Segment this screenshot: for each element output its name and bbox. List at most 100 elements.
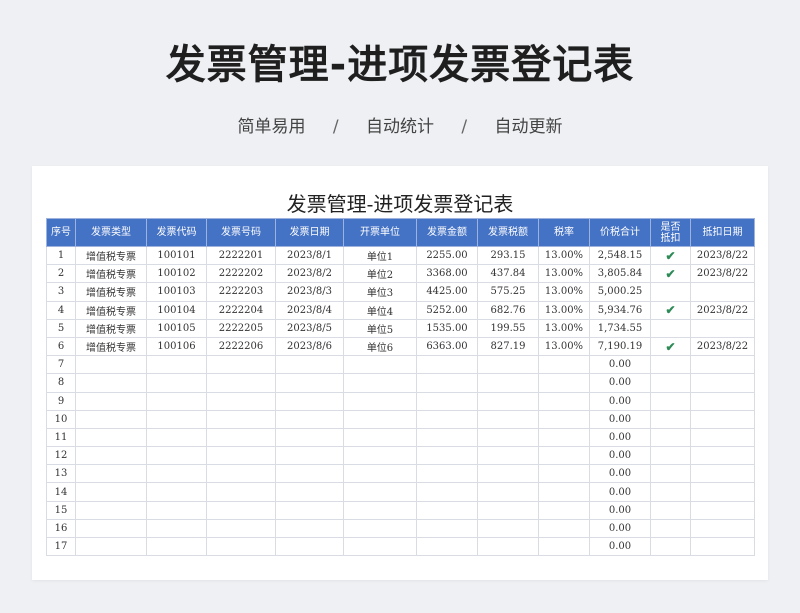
cell-tax-rate[interactable]: 13.00% [538, 300, 590, 320]
cell-invoice-date[interactable] [275, 464, 344, 484]
cell-issuer[interactable] [343, 464, 417, 484]
cell-issuer[interactable]: 单位4 [343, 300, 417, 320]
cell-invoice-type[interactable] [75, 409, 147, 429]
cell-index[interactable]: 16 [46, 518, 76, 539]
cell-tax[interactable]: 682.76 [477, 300, 539, 320]
cell-invoice-date[interactable] [275, 391, 344, 411]
cell-invoice-type[interactable]: 增值税专票 [75, 245, 147, 266]
cell-invoice-code[interactable] [146, 518, 207, 539]
cell-invoice-number[interactable] [206, 482, 276, 502]
cell-total[interactable]: 2,548.15 [589, 245, 651, 266]
cell-tax-rate[interactable] [538, 464, 590, 484]
cell-invoice-type[interactable] [75, 482, 147, 502]
cell-deduct-date[interactable]: 2023/8/22 [690, 245, 755, 266]
cell-deduct-date[interactable]: 2023/8/22 [690, 336, 755, 357]
cell-invoice-type[interactable]: 增值税专票 [75, 264, 147, 284]
cell-invoice-number[interactable]: 2222205 [206, 318, 276, 338]
cell-invoice-date[interactable]: 2023/8/3 [275, 282, 344, 302]
cell-invoice-number[interactable] [206, 500, 276, 520]
cell-deduct-date[interactable] [690, 500, 755, 520]
cell-issuer[interactable] [343, 500, 417, 520]
cell-index[interactable]: 2 [46, 264, 76, 284]
cell-deduct-date[interactable] [690, 446, 755, 466]
cell-invoice-code[interactable]: 100106 [146, 336, 207, 357]
cell-tax[interactable]: 575.25 [477, 282, 539, 302]
cell-invoice-type[interactable] [75, 427, 147, 448]
cell-issuer[interactable] [343, 446, 417, 466]
cell-tax[interactable] [477, 373, 539, 393]
cell-deduct-date[interactable] [690, 391, 755, 411]
cell-invoice-code[interactable] [146, 482, 207, 502]
cell-invoice-code[interactable] [146, 536, 207, 557]
cell-deduct-date[interactable]: 2023/8/22 [690, 264, 755, 284]
cell-amount[interactable]: 1535.00 [416, 318, 478, 338]
cell-tax-rate[interactable] [538, 482, 590, 502]
cell-invoice-code[interactable] [146, 373, 207, 393]
cell-deduct-date[interactable] [690, 409, 755, 429]
cell-invoice-date[interactable]: 2023/8/1 [275, 245, 344, 266]
cell-invoice-type[interactable] [75, 500, 147, 520]
cell-issuer[interactable]: 单位2 [343, 264, 417, 284]
cell-deduct-date[interactable] [690, 373, 755, 393]
cell-tax-rate[interactable]: 13.00% [538, 264, 590, 284]
cell-amount[interactable] [416, 427, 478, 448]
cell-deduct-date[interactable] [690, 482, 755, 502]
cell-tax-rate[interactable]: 13.00% [538, 282, 590, 302]
cell-deducted[interactable] [650, 409, 691, 429]
header-col-invoice-code[interactable]: 发票代码 [146, 218, 207, 247]
cell-index[interactable]: 7 [46, 355, 76, 375]
cell-invoice-date[interactable]: 2023/8/4 [275, 300, 344, 320]
cell-amount[interactable] [416, 373, 478, 393]
cell-invoice-code[interactable] [146, 446, 207, 466]
cell-invoice-number[interactable]: 2222204 [206, 300, 276, 320]
cell-issuer[interactable] [343, 518, 417, 539]
header-col-invoice-date[interactable]: 发票日期 [275, 218, 344, 247]
cell-invoice-number[interactable] [206, 391, 276, 411]
cell-issuer[interactable]: 单位1 [343, 245, 417, 266]
cell-invoice-number[interactable] [206, 464, 276, 484]
cell-invoice-code[interactable] [146, 409, 207, 429]
cell-total[interactable]: 3,805.84 [589, 264, 651, 284]
cell-invoice-date[interactable] [275, 518, 344, 539]
cell-index[interactable]: 15 [46, 500, 76, 520]
cell-tax[interactable]: 437.84 [477, 264, 539, 284]
cell-amount[interactable] [416, 536, 478, 557]
cell-tax-rate[interactable] [538, 391, 590, 411]
cell-total[interactable]: 0.00 [589, 391, 651, 411]
cell-amount[interactable] [416, 355, 478, 375]
cell-tax-rate[interactable] [538, 536, 590, 557]
cell-invoice-code[interactable] [146, 464, 207, 484]
cell-invoice-number[interactable] [206, 518, 276, 539]
cell-deduct-date[interactable] [690, 518, 755, 539]
header-col-tax[interactable]: 发票税额 [477, 218, 539, 247]
cell-total[interactable]: 0.00 [589, 482, 651, 502]
cell-deducted[interactable] [650, 427, 691, 448]
cell-deduct-date[interactable] [690, 355, 755, 375]
cell-index[interactable]: 3 [46, 282, 76, 302]
cell-invoice-date[interactable] [275, 373, 344, 393]
cell-invoice-code[interactable] [146, 355, 207, 375]
cell-invoice-date[interactable]: 2023/8/5 [275, 318, 344, 338]
cell-deducted[interactable] [650, 518, 691, 539]
cell-amount[interactable] [416, 391, 478, 411]
cell-invoice-number[interactable] [206, 427, 276, 448]
cell-total[interactable]: 7,190.19 [589, 336, 651, 357]
cell-invoice-code[interactable]: 100102 [146, 264, 207, 284]
cell-amount[interactable] [416, 518, 478, 539]
cell-deducted[interactable] [650, 536, 691, 557]
header-col-amount[interactable]: 发票金额 [416, 218, 478, 247]
cell-deducted[interactable] [650, 373, 691, 393]
cell-invoice-type[interactable]: 增值税专票 [75, 318, 147, 338]
cell-tax[interactable]: 827.19 [477, 336, 539, 357]
cell-total[interactable]: 0.00 [589, 373, 651, 393]
cell-invoice-date[interactable] [275, 500, 344, 520]
cell-index[interactable]: 11 [46, 427, 76, 448]
cell-invoice-type[interactable]: 增值税专票 [75, 300, 147, 320]
cell-amount[interactable]: 2255.00 [416, 245, 478, 266]
cell-index[interactable]: 4 [46, 300, 76, 320]
cell-invoice-code[interactable] [146, 500, 207, 520]
cell-index[interactable]: 17 [46, 536, 76, 557]
cell-invoice-type[interactable] [75, 355, 147, 375]
cell-deduct-date[interactable]: 2023/8/22 [690, 300, 755, 320]
cell-tax-rate[interactable] [538, 409, 590, 429]
